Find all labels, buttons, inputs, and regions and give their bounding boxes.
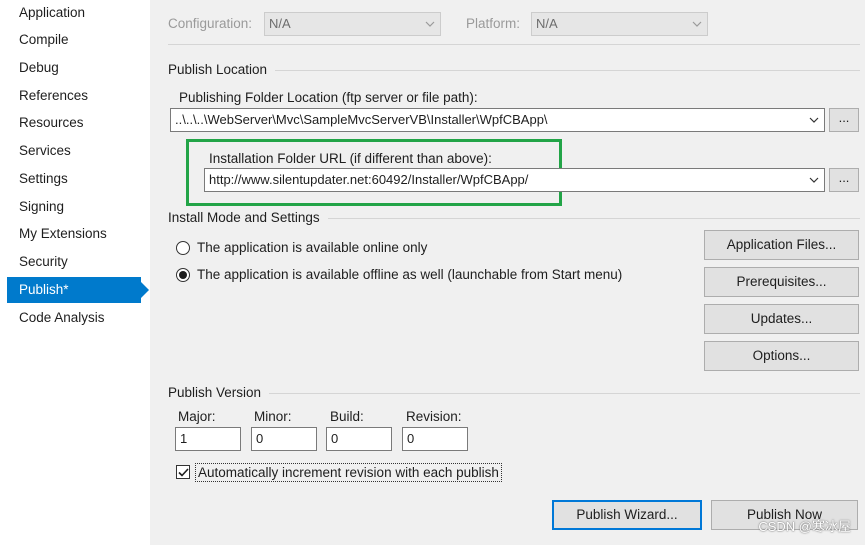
watermark: CSDN @寒冰屋	[758, 519, 851, 534]
minor-label: Minor:	[254, 409, 292, 424]
build-input[interactable]: 0	[326, 427, 392, 451]
sidebar-item-my-extensions[interactable]: My Extensions	[7, 221, 141, 247]
configuration-value: N/A	[269, 16, 291, 31]
install-mode-title: Install Mode and Settings	[168, 210, 328, 225]
publishing-folder-combo[interactable]: ..\..\..\WebServer\Mvc\SampleMvcServerVB…	[170, 108, 825, 132]
publish-wizard-button[interactable]: Publish Wizard...	[552, 500, 702, 530]
publishing-folder-browse-button[interactable]: ...	[829, 108, 859, 132]
major-label: Major:	[178, 409, 216, 424]
configuration-dropdown[interactable]: N/A	[264, 12, 441, 36]
auto-increment-label[interactable]: Automatically increment revision with ea…	[195, 463, 502, 482]
sidebar-item-resources[interactable]: Resources	[7, 110, 141, 136]
major-input[interactable]: 1	[175, 427, 241, 451]
sidebar-item-settings[interactable]: Settings	[7, 166, 141, 192]
revision-input[interactable]: 0	[402, 427, 468, 451]
sidebar-item-debug[interactable]: Debug	[7, 55, 141, 81]
build-label: Build:	[330, 409, 364, 424]
sidebar-item-security[interactable]: Security	[7, 249, 141, 275]
sidebar-item-compile[interactable]: Compile	[7, 27, 141, 53]
minor-input[interactable]: 0	[251, 427, 317, 451]
installation-url-label: Installation Folder URL (if different th…	[209, 151, 492, 166]
platform-value: N/A	[536, 16, 558, 31]
publishing-folder-value: ..\..\..\WebServer\Mvc\SampleMvcServerVB…	[175, 112, 548, 127]
checkmark-icon	[177, 467, 189, 477]
platform-label: Platform:	[466, 16, 521, 31]
prerequisites-button[interactable]: Prerequisites...	[704, 267, 859, 297]
online-only-label[interactable]: The application is available online only	[197, 240, 427, 255]
application-files-button[interactable]: Application Files...	[704, 230, 859, 260]
offline-radio[interactable]	[176, 268, 190, 282]
updates-button[interactable]: Updates...	[704, 304, 859, 334]
configuration-label: Configuration:	[168, 16, 253, 31]
publishing-folder-label: Publishing Folder Location (ftp server o…	[179, 90, 478, 105]
sidebar-item-publish[interactable]: Publish*	[7, 277, 149, 303]
installation-url-browse-button[interactable]: ...	[829, 168, 859, 192]
installation-url-value: http://www.silentupdater.net:60492/Insta…	[209, 172, 529, 187]
options-button[interactable]: Options...	[704, 341, 859, 371]
platform-dropdown[interactable]: N/A	[531, 12, 708, 36]
sidebar: Application Compile Debug References Res…	[0, 0, 150, 545]
sidebar-item-code-analysis[interactable]: Code Analysis	[7, 305, 141, 331]
sidebar-item-signing[interactable]: Signing	[7, 194, 141, 220]
sidebar-item-services[interactable]: Services	[7, 138, 141, 164]
publish-location-title: Publish Location	[168, 62, 276, 77]
publish-version-divider	[168, 393, 860, 394]
chevron-down-icon	[804, 109, 824, 131]
installation-url-combo[interactable]: http://www.silentupdater.net:60492/Insta…	[204, 168, 825, 192]
chevron-down-icon	[804, 169, 824, 191]
chevron-down-icon	[687, 13, 707, 35]
online-only-radio[interactable]	[176, 241, 190, 255]
revision-label: Revision:	[406, 409, 462, 424]
top-divider	[168, 44, 860, 45]
sidebar-item-references[interactable]: References	[7, 83, 141, 109]
offline-label[interactable]: The application is available offline as …	[197, 267, 622, 282]
publish-version-title: Publish Version	[168, 385, 270, 400]
sidebar-item-application[interactable]: Application	[7, 0, 141, 26]
auto-increment-checkbox[interactable]	[176, 465, 190, 479]
chevron-down-icon	[420, 13, 440, 35]
